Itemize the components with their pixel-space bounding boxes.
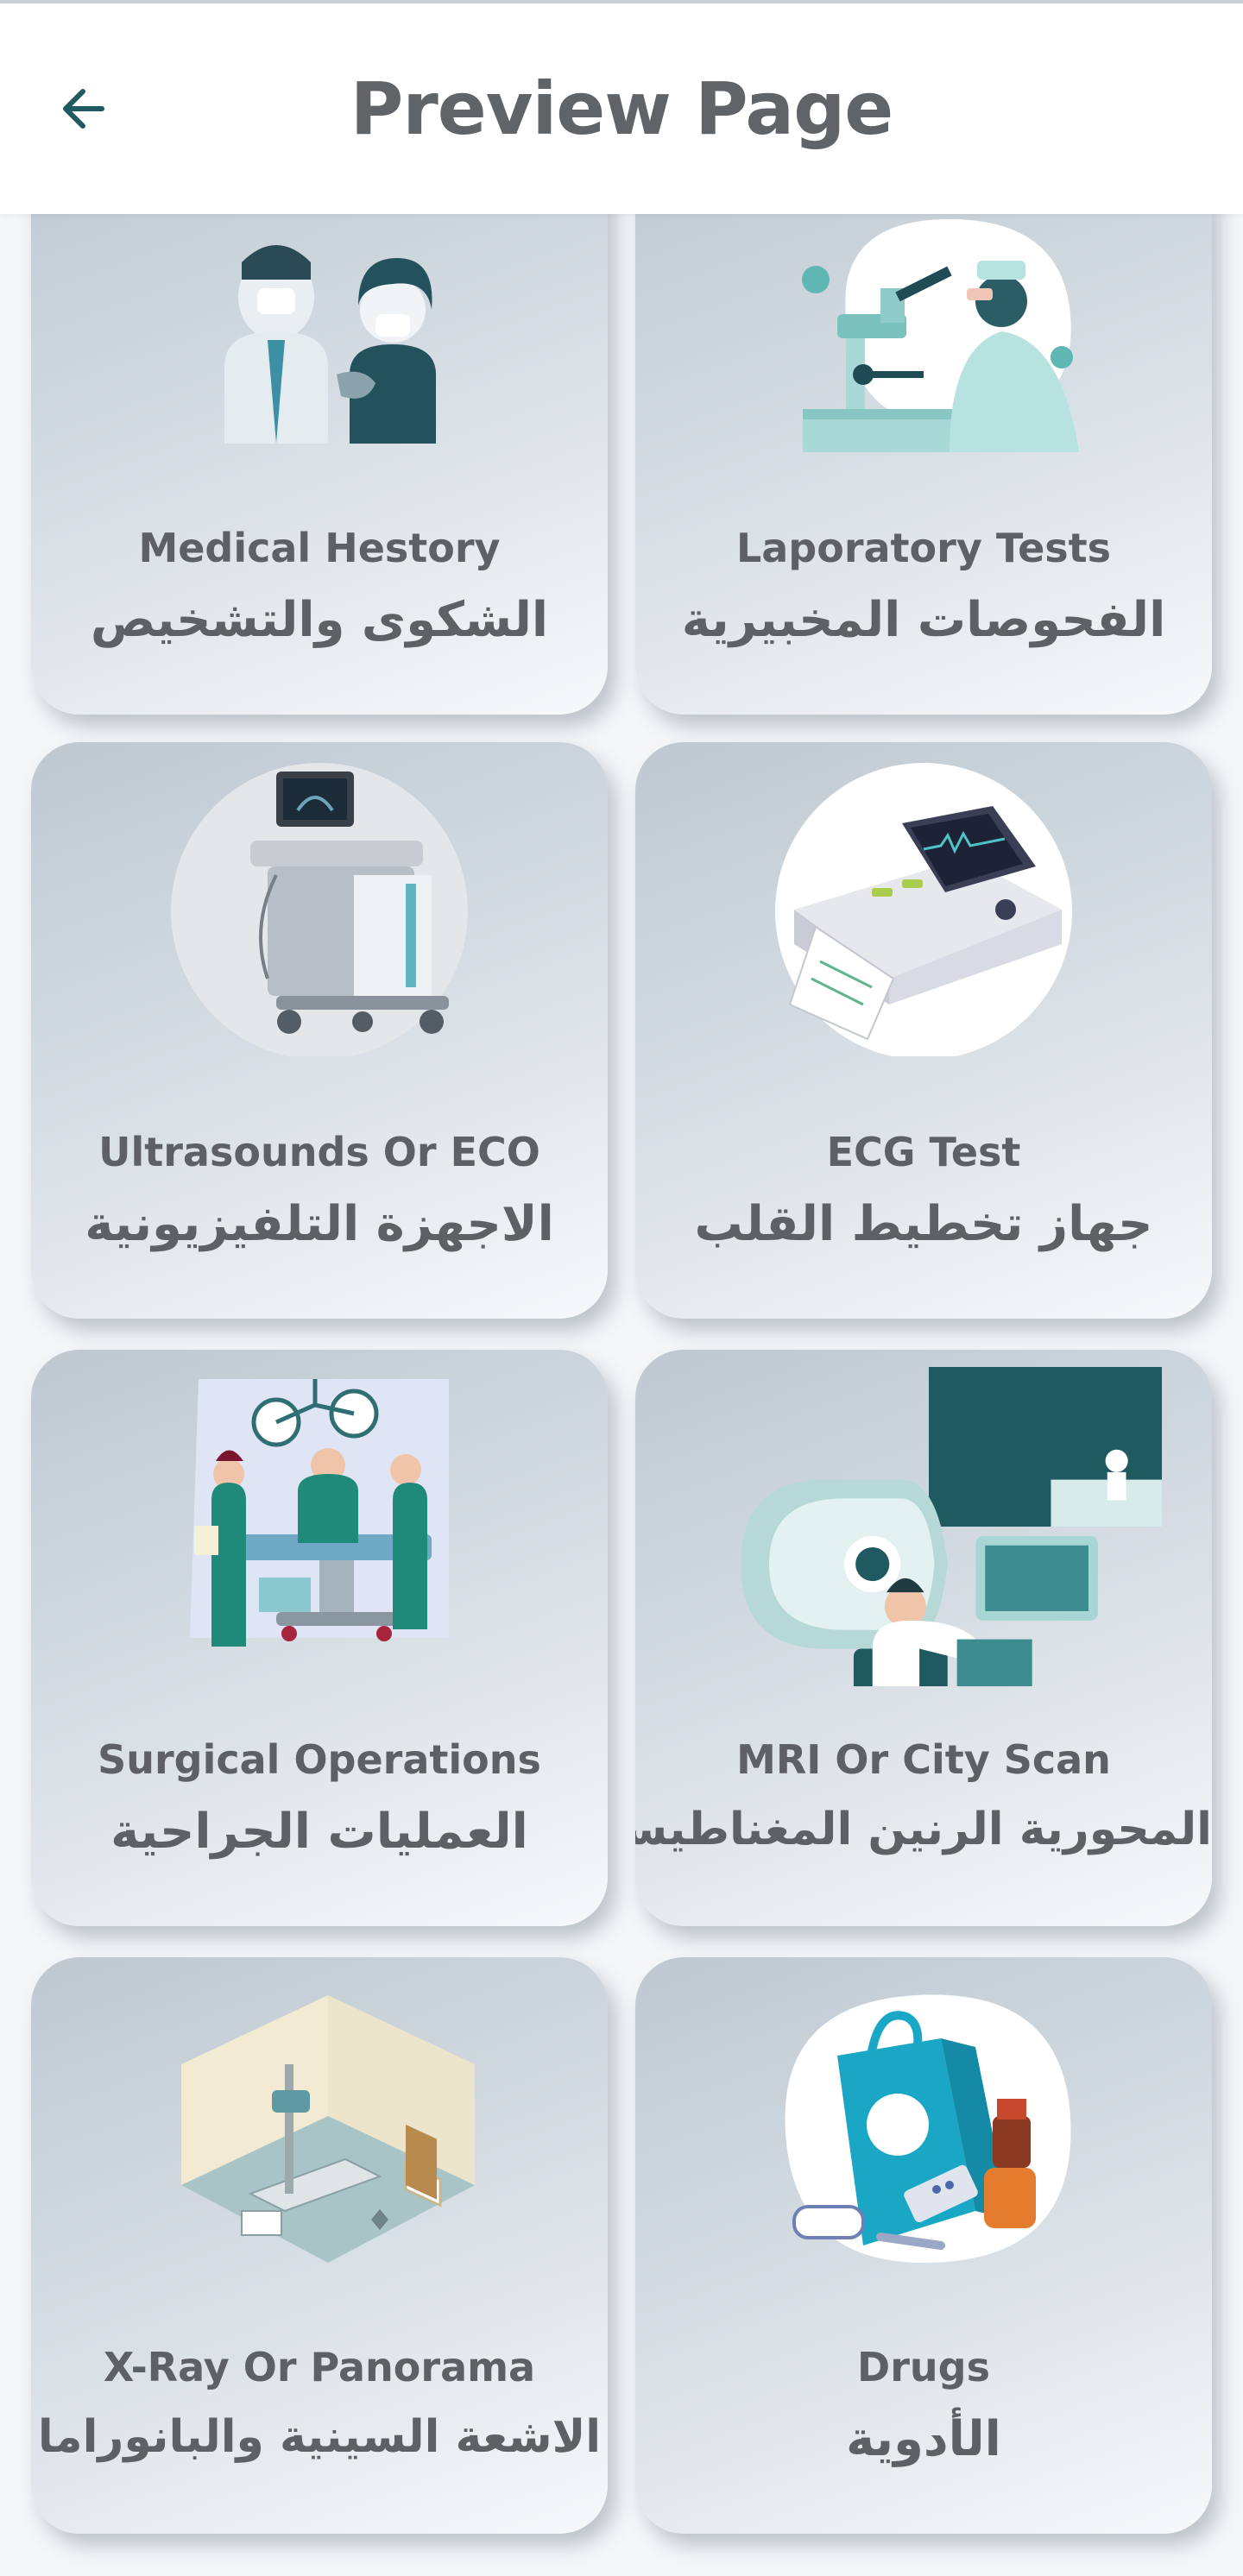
card-title-en: Laporatory Tests (735, 525, 1112, 571)
card-ultrasound[interactable]: Ultrasounds Or ECO الاجهزة التلفيزيونية (31, 742, 608, 1319)
card-title-ar: جهاز تخطيط القلب (694, 1196, 1153, 1252)
card-title-ar: الاجهزة التلفيزيونية (85, 1196, 555, 1252)
card-ecg[interactable]: ECG Test جهاز تخطيط القلب (635, 742, 1212, 1319)
back-button[interactable] (50, 74, 119, 143)
card-title-en: Medical Hestory (138, 525, 501, 571)
card-title-en: X-Ray Or Panorama (103, 2344, 536, 2390)
card-title-en: MRI Or City Scan (736, 1736, 1111, 1783)
pharmacy-bag-illustration (785, 1994, 1071, 2263)
card-title-en: Ultrasounds Or ECO (98, 1129, 540, 1175)
card-title-ar: الفحوصات المخبيرية (681, 592, 1167, 648)
mri-scanner-illustration (741, 1367, 1162, 1686)
doctor-patient-illustration (224, 245, 436, 444)
card-title-ar: الأدوية (846, 2411, 1002, 2467)
card-title-ar: الاشعة السينية والبانوراما (37, 2411, 602, 2463)
card-title-en: Drugs (857, 2344, 990, 2390)
page-title: Preview Page (350, 66, 893, 151)
ecg-machine-illustration (775, 763, 1072, 1056)
card-drugs[interactable]: Drugs الأدوية (635, 1957, 1212, 2534)
card-surgery[interactable]: Surgical Operations العمليات الجراحية (31, 1350, 608, 1926)
arrow-left-icon (63, 89, 104, 129)
card-title-ar: الشكوى والتشخيص (90, 592, 549, 648)
card-title-ar: العمليات الجراحية (110, 1804, 529, 1860)
card-lab-tests[interactable]: Laporatory Tests الفحوصات المخبيرية (635, 214, 1212, 715)
services-grid: Medical Hestory الشكوى والتشخيص Laporato… (0, 214, 1243, 2576)
card-medical-history[interactable]: Medical Hestory الشكوى والتشخيص (31, 214, 608, 715)
surgery-team-illustration (190, 1379, 449, 1647)
app-header: Preview Page (0, 3, 1243, 214)
card-xray[interactable]: X-Ray Or Panorama الاشعة السينية والبانو… (31, 1957, 608, 2534)
card-title-en: ECG Test (826, 1129, 1021, 1175)
card-title-ar: المحورية الرنين المغناطيسي (635, 1804, 1212, 1855)
xray-room-illustration (181, 1995, 475, 2263)
card-mri[interactable]: MRI Or City Scan المحورية الرنين المغناط… (635, 1350, 1212, 1926)
lab-microscope-illustration (802, 219, 1079, 452)
card-title-en: Surgical Operations (98, 1736, 541, 1783)
ultrasound-machine-illustration (171, 763, 468, 1056)
